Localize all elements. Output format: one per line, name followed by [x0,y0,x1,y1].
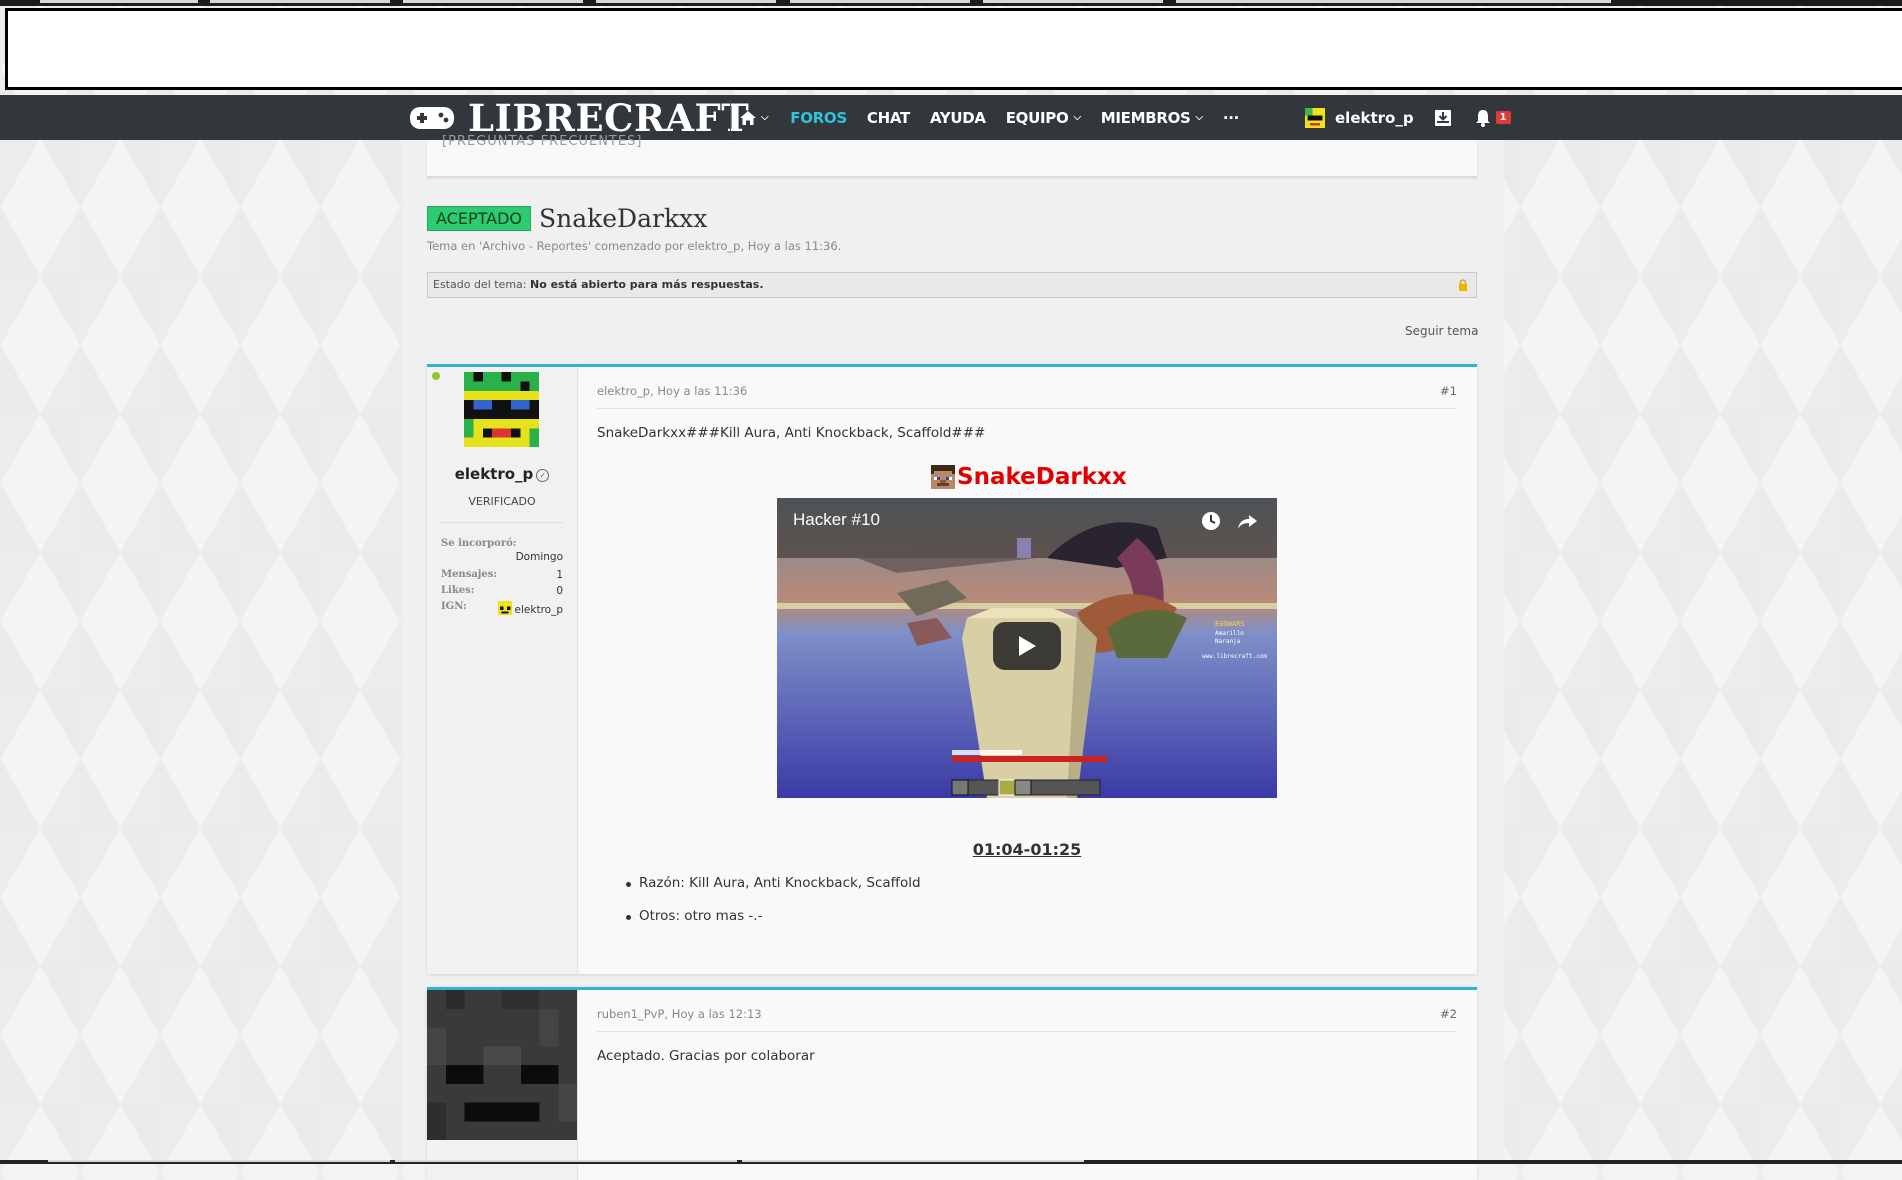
chevron-down-icon: ⌵ [1195,112,1204,123]
post-1: elektro_p ✓ VERIFICADO Se incorporó: Domi… [427,364,1477,974]
home-icon [740,110,756,125]
header-username[interactable]: elektro_p [1335,109,1414,127]
divider [597,1031,1457,1032]
user-menu: elektro_p 1 [1305,95,1511,140]
bell-icon[interactable] [1474,109,1492,127]
main-nav: ⌵ FOROS CHAT AYUDA EQUIPO ⌵ MIEMBROS ⌵ ··· [740,95,1259,140]
video-timestamp: 01:04-01:25 [972,840,1082,859]
post-2: ruben1_PvP, Hoy a las 12:13 #2 Aceptado.… [427,987,1477,1180]
avatar[interactable] [464,370,539,449]
notification-badge[interactable]: 1 [1495,111,1511,124]
follow-thread-link[interactable]: Seguir tema [1405,324,1478,338]
post-text: Aceptado. Gracias por colaborar [597,1048,815,1064]
post-user-column: elektro_p ✓ VERIFICADO Se incorporó: Domi… [427,367,578,974]
list-item: Otros: otro mas -.- [626,908,921,924]
ign-avatar-icon [497,601,512,615]
lock-icon [1459,279,1467,291]
nav-item-more[interactable]: ··· [1223,109,1240,127]
blank-browser-bar [5,8,1902,90]
thread-title-row: ACEPTADO SnakeDarkxx [427,204,707,233]
user-avatar-icon[interactable] [1305,107,1325,128]
previous-section-box: [PREGUNTAS FRECUENTES] [427,134,1477,177]
chevron-down-icon: ⌵ [1073,112,1081,123]
status-value: No está abierto para más respuestas. [530,278,764,291]
gamepad-icon [410,106,454,129]
logo-text: LIBRECRAFT [468,95,750,140]
online-indicator [432,372,440,380]
chevron-down-icon: ⌵ [761,112,769,123]
nav-item-equipo[interactable]: EQUIPO ⌵ [1006,109,1081,127]
nav-home[interactable]: ⌵ [740,110,769,125]
nav-item-miembros[interactable]: MIEMBROS ⌵ [1101,109,1203,127]
post-username[interactable]: elektro_p ✓ [427,465,577,483]
nav-item-foros[interactable]: FOROS [790,109,847,127]
post-number[interactable]: #2 [1440,1007,1457,1021]
joined-value: Domingo [515,551,563,563]
list-item: Razón: Kill Aura, Anti Knockback, Scaffo… [626,875,921,891]
thread-prefix-badge: ACEPTADO [427,206,531,231]
thread-status-bar: Estado del tema: No está abierto para má… [427,272,1477,298]
thread-meta: Tema en 'Archivo - Reportes' comenzado p… [427,239,842,253]
verified-icon: ✓ [536,469,550,482]
taskbar-edge [0,1160,1902,1164]
report-details-list: Razón: Kill Aura, Anti Knockback, Scaffo… [626,875,921,941]
browser-tab-strip [0,0,1902,6]
inbox-icon[interactable] [1434,109,1452,127]
nav-item-ayuda[interactable]: AYUDA [930,109,986,127]
nav-item-chat[interactable]: CHAT [867,109,910,127]
post-meta[interactable]: ruben1_PvP, Hoy a las 12:13 [597,1007,762,1021]
user-stats: Se incorporó: Domingo Mensajes: 1 Likes: 0… [441,538,563,616]
thread-title: SnakeDarkxx [538,204,708,233]
user-role: VERIFICADO [468,495,536,508]
status-label: Estado del tema: [433,278,527,291]
divider [441,522,563,523]
previous-section-text: [PREGUNTAS FRECUENTES] [442,134,643,149]
post-user-column [427,990,578,1180]
nav-separator [730,100,731,138]
avatar[interactable] [427,990,577,1140]
